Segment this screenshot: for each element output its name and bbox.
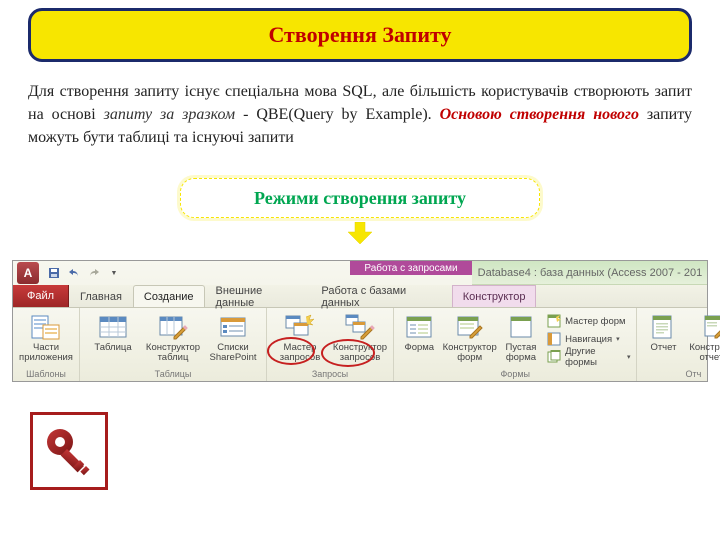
group-forms: Форма Конструкторформ Пустаяформа Мастер… [394,308,637,381]
form-extras: Мастер форм Навигация ▾ Другие формы ▾ [545,310,632,365]
group-queries-label: Запросы [271,368,389,381]
table-button[interactable]: Таблица [84,310,142,355]
form-wizard-label: Мастер форм [565,316,625,327]
report-design-button[interactable]: Конструкторотчетов [687,310,720,366]
tab-home[interactable]: Главная [69,285,133,307]
query-design-label: Конструкторзапросов [333,343,387,364]
tab-create[interactable]: Создание [133,285,205,307]
navigation-icon [547,332,561,346]
blank-form-button[interactable]: Пустаяформа [499,310,543,366]
tab-design-label: Конструктор [463,291,526,303]
blank-form-label: Пустаяформа [505,343,536,364]
window-title: Database4 : база данных (Access 2007 - 2… [472,261,707,285]
redo-icon[interactable] [87,266,101,280]
sharepoint-button[interactable]: СпискиSharePoint [204,310,262,366]
tab-file-label: Файл [27,290,54,302]
form-design-button[interactable]: Конструкторформ [443,310,497,366]
group-templates: Частиприложения Шаблоны [13,308,80,381]
intro-paragraph: Для створення запиту існує спеціальна мо… [28,80,692,150]
app-parts-label: Частиприложения [19,343,73,364]
other-forms-button[interactable]: Другие формы ▾ [545,349,632,365]
group-reports: Отчет Конструкторотчетов Отч [637,308,720,381]
tab-design[interactable]: Конструктор [452,285,537,307]
tab-external[interactable]: Внешние данные [205,285,311,307]
form-button[interactable]: Форма [398,310,441,355]
tab-file[interactable]: Файл [13,285,69,307]
table-design-icon [157,312,189,342]
report-icon [647,312,679,342]
tab-create-label: Создание [144,291,194,303]
quick-access-toolbar: ▼ [39,261,121,285]
table-design-label: Конструктортаблиц [146,343,200,364]
form-wizard-icon [547,314,561,328]
sharepoint-label: СпискиSharePoint [209,343,256,364]
qat-dropdown-icon[interactable]: ▼ [107,266,121,280]
query-design-button[interactable]: Конструкторзапросов [331,310,389,366]
context-label: Работа с запросами [350,261,471,275]
dropdown-icon: ▾ [627,353,631,361]
page-title: Створення Запиту [268,22,451,48]
group-templates-label: Шаблоны [17,368,75,381]
table-label: Таблица [94,343,131,353]
navigation-label: Навигация [565,334,612,345]
tab-home-label: Главная [80,291,122,303]
contextual-tab-header: Работа с запросами [350,261,471,285]
sharepoint-icon [217,312,249,342]
access-key-icon [30,412,108,490]
other-forms-icon [547,350,561,364]
blank-form-icon [505,312,537,342]
group-queries: Мастерзапросов Конструкторзапросов Запро… [267,308,394,381]
other-forms-label: Другие формы [565,346,623,368]
group-tables: Таблица Конструктортаблиц СпискиSharePoi… [80,308,267,381]
tab-dbtools[interactable]: Работа с базами данных [310,285,451,307]
app-icon[interactable]: A [17,262,39,284]
access-ribbon: A ▼ Работа с запросами Database4 : база … [12,260,708,382]
tab-dbtools-label: Работа с базами данных [321,285,440,309]
para-italic: запиту за зразком [104,106,236,123]
query-design-icon [344,312,376,342]
report-button[interactable]: Отчет [641,310,685,355]
ribbon-tabs: Файл Главная Создание Внешние данные Раб… [13,285,707,307]
navigation-button[interactable]: Навигация ▾ [545,331,632,347]
query-wizard-label: Мастерзапросов [280,343,321,364]
group-forms-label: Формы [398,368,632,381]
tab-external-label: Внешние данные [216,285,300,309]
subtitle-box: Режими створення запиту [180,178,540,218]
title-box: Створення Запиту [28,8,692,62]
app-parts-icon [30,312,62,342]
form-icon [403,312,435,342]
report-design-icon [700,312,720,342]
form-design-label: Конструкторформ [443,343,497,364]
report-label: Отчет [650,343,676,353]
group-reports-label: Отч [641,368,720,381]
app-letter: A [24,266,33,280]
query-wizard-button[interactable]: Мастерзапросов [271,310,329,366]
form-label: Форма [404,343,434,353]
para-emphasis: Основою створення нового [440,106,639,123]
table-design-button[interactable]: Конструктортаблиц [144,310,202,366]
dropdown-icon: ▾ [616,335,620,343]
undo-icon[interactable] [67,266,81,280]
form-wizard-button[interactable]: Мастер форм [545,313,632,329]
ribbon-body: Частиприложения Шаблоны Таблица Конструк… [13,307,707,381]
form-design-icon [454,312,486,342]
para-text-3: - QBE(Query by Example). [235,106,439,123]
save-icon[interactable] [47,266,61,280]
group-tables-label: Таблицы [84,368,262,381]
query-wizard-icon [284,312,316,342]
subtitle: Режими створення запиту [254,188,466,209]
arrow-down-icon [348,222,372,244]
table-icon [97,312,129,342]
titlebar: A ▼ Работа с запросами Database4 : база … [13,261,707,285]
report-design-label: Конструкторотчетов [689,343,720,364]
app-parts-button[interactable]: Частиприложения [17,310,75,366]
